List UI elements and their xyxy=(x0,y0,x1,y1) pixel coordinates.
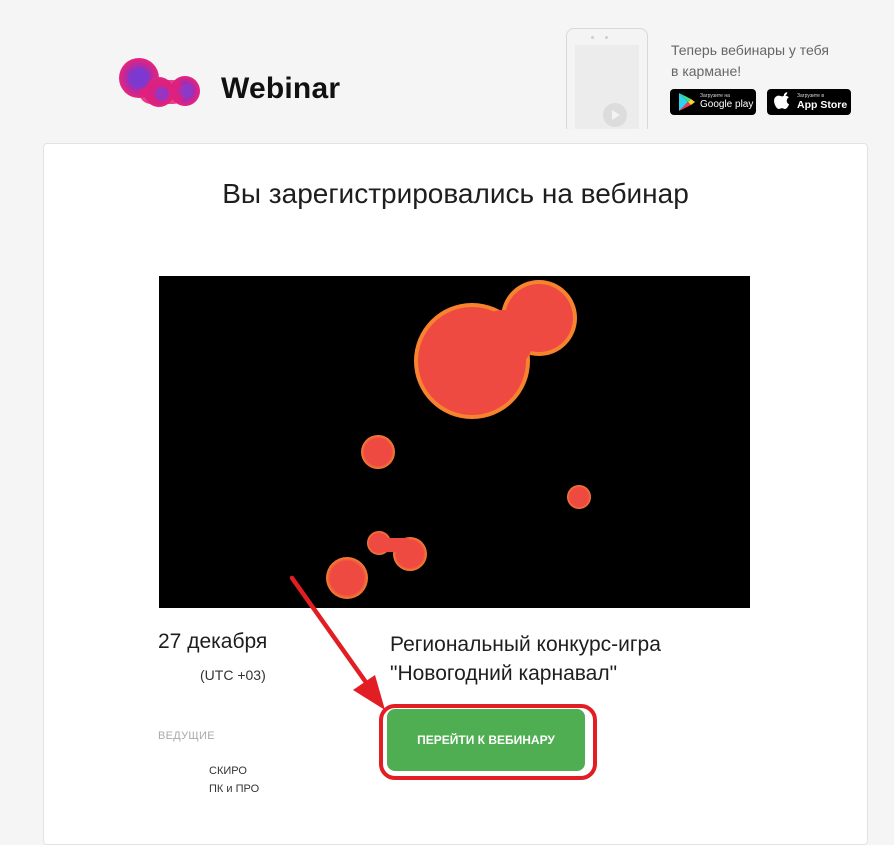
host-name: СКИРО xyxy=(209,765,247,777)
webinar-logo[interactable]: Webinar xyxy=(115,58,355,118)
play-icon xyxy=(603,103,627,127)
phone-speaker-icon xyxy=(591,36,594,39)
promo-line-1: Теперь вебинары у тебя xyxy=(671,42,829,58)
google-play-icon xyxy=(679,93,695,111)
webinar-timezone: (UTC +03) xyxy=(200,667,266,683)
webinar-date: 27 декабря xyxy=(158,630,268,653)
join-webinar-button[interactable]: ПЕРЕЙТИ К ВЕБИНАРУ xyxy=(387,709,585,771)
google-play-badge[interactable]: Загрузите на Google play xyxy=(670,89,756,115)
apple-icon xyxy=(774,92,790,110)
page-title: Вы зарегистрировались на вебинар xyxy=(222,178,689,209)
phone-camera-icon xyxy=(605,36,608,39)
app-store-label: App Store xyxy=(797,99,848,111)
host-name: ПК и ПРО xyxy=(209,783,260,795)
orange-blobs-illustration xyxy=(326,280,591,599)
phone-screen xyxy=(575,45,639,129)
app-store-badge[interactable]: Загрузите в App Store xyxy=(767,89,851,115)
brand-name: Webinar xyxy=(221,72,341,105)
phone-illustration xyxy=(566,28,648,129)
logo-blob-icon xyxy=(119,58,200,107)
google-play-label: Google play xyxy=(700,99,754,110)
webinar-title-line-1: Региональный конкурс-игра xyxy=(390,633,661,656)
webinar-title-line-2: "Новогодний карнавал" xyxy=(390,662,618,685)
webinar-cover-image xyxy=(159,276,750,608)
app-promo-text: Теперь вебинары у тебя в кармане! xyxy=(671,40,861,82)
promo-line-2: в кармане! xyxy=(671,63,742,79)
webinar-title: Региональный конкурс-игра "Новогодний ка… xyxy=(390,630,770,688)
hosts-label: ВЕДУЩИЕ xyxy=(158,730,215,742)
